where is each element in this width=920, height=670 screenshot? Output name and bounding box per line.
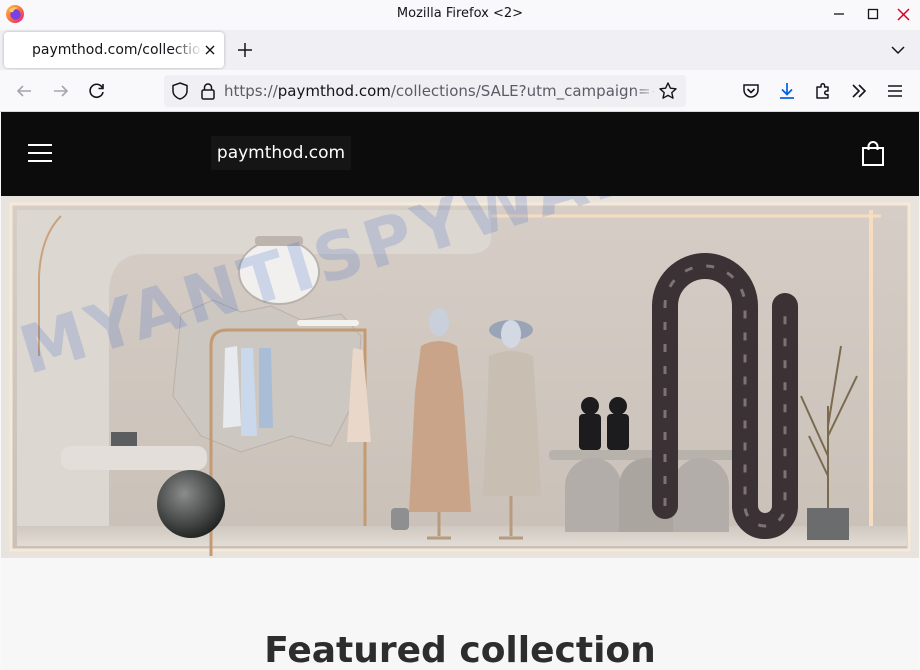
tab-close-icon[interactable] [202,42,218,58]
window-title: Mozilla Firefox <2> [396,6,524,21]
app-menu-hamburger-icon[interactable] [885,81,905,101]
hero-banner-image: MYANTISPYWARE.COM [1,196,919,558]
url-bar[interactable]: https://paymthod.com/collections/SALE?ut… [164,75,686,107]
site-menu-hamburger-icon[interactable] [27,142,53,164]
minimize-button[interactable] [822,0,856,28]
close-icon [896,7,910,21]
maximize-icon [867,8,879,20]
reload-icon[interactable] [87,81,107,101]
tracking-protection-shield-icon[interactable] [170,81,190,101]
navigation-toolbar: https://paymthod.com/collections/SALE?ut… [0,70,920,112]
forward-arrow-icon[interactable] [51,81,71,101]
more-tools-chevrons-icon[interactable] [849,81,869,101]
extensions-puzzle-icon[interactable] [813,81,833,101]
url-text[interactable]: https://paymthod.com/collections/SALE?ut… [224,82,654,100]
downloads-icon[interactable] [777,81,797,101]
featured-collection-section: Featured collection [1,558,919,670]
site-header: paymthod.com [1,112,919,196]
close-window-button[interactable] [886,0,920,28]
maximize-button[interactable] [856,0,890,28]
list-all-tabs-chevron-down-icon[interactable] [890,42,906,58]
back-arrow-icon[interactable] [14,81,34,101]
minimize-icon [834,13,844,15]
tab-strip: paymthod.com/collections/SALE [0,30,920,70]
url-path: /collections/SALE?utm_campaign={{campaig… [390,82,654,100]
web-page: paymthod.com Featured collection [1,112,919,670]
new-tab-plus-icon[interactable] [236,41,254,59]
url-host: paymthod.com [277,82,391,100]
featured-collection-heading: Featured collection [264,630,656,670]
browser-window: Mozilla Firefox <2> paymthod.com/collect… [0,0,920,670]
pocket-icon[interactable] [741,81,761,101]
tab-active[interactable]: paymthod.com/collections/SALE [4,32,224,68]
shopping-bag-cart-icon[interactable] [861,141,885,167]
bookmark-star-icon[interactable] [658,81,678,101]
site-logo[interactable]: paymthod.com [211,136,351,170]
url-scheme: https:// [224,82,278,100]
lock-icon[interactable] [198,81,218,101]
title-bar: Mozilla Firefox <2> [0,0,920,30]
